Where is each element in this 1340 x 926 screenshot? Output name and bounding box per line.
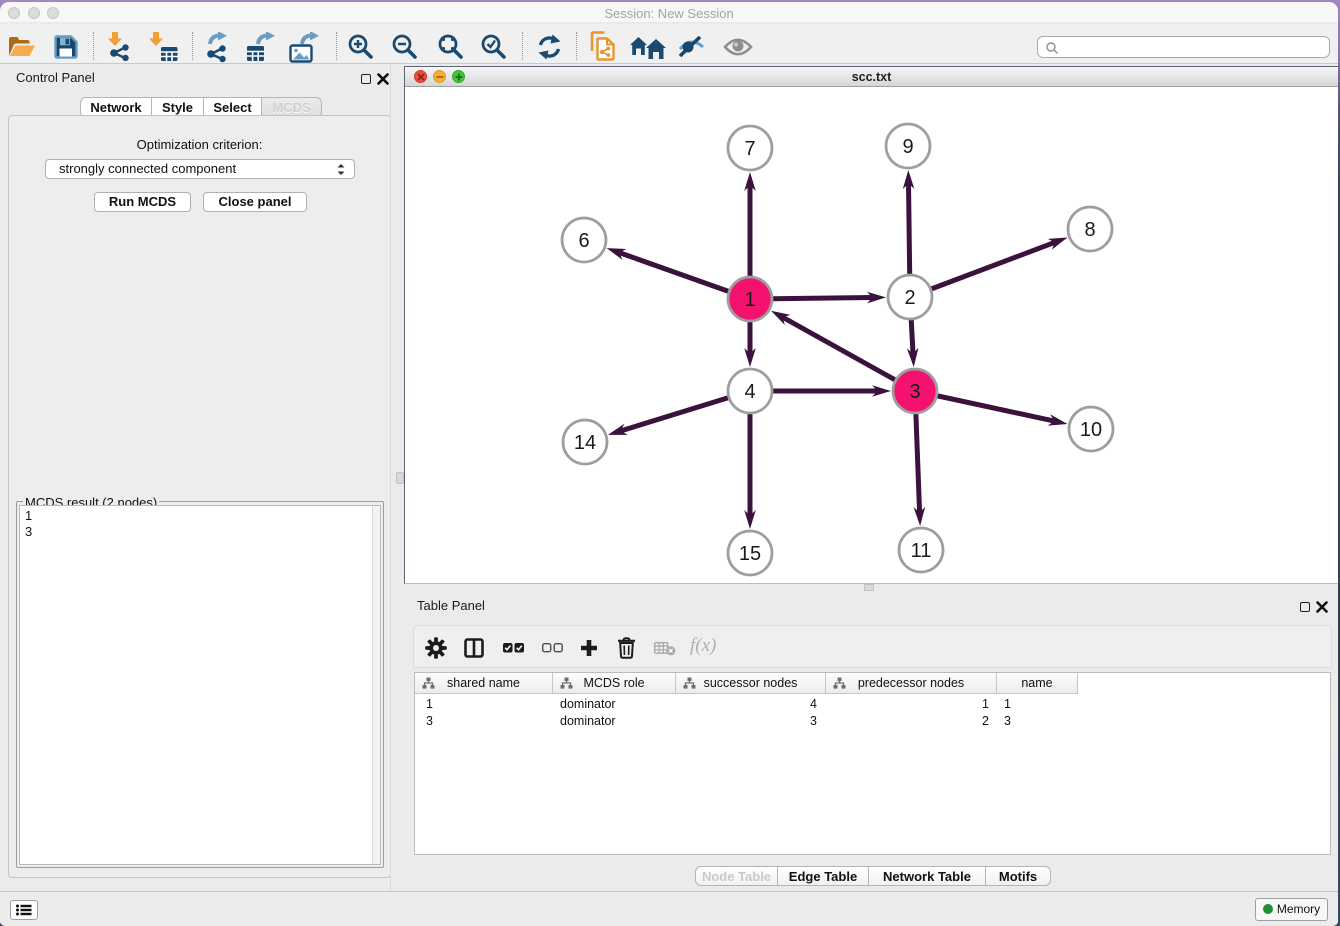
svg-text:14: 14	[574, 432, 596, 454]
svg-text:7: 7	[744, 138, 755, 160]
svg-text:4: 4	[744, 381, 755, 403]
svg-text:10: 10	[1080, 419, 1102, 441]
svg-text:3: 3	[909, 381, 920, 403]
svg-text:11: 11	[911, 540, 932, 562]
svg-text:8: 8	[1084, 219, 1095, 241]
svg-text:2: 2	[904, 287, 915, 309]
svg-text:9: 9	[902, 136, 913, 158]
svg-text:15: 15	[739, 543, 761, 565]
svg-text:6: 6	[578, 230, 589, 252]
svg-text:1: 1	[744, 289, 755, 311]
